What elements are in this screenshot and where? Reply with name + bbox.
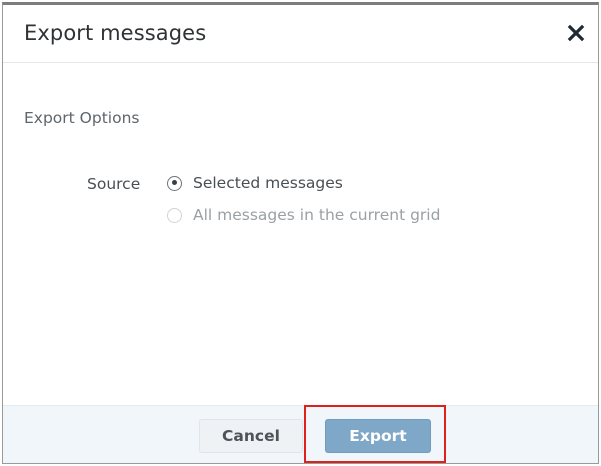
radio-label: Selected messages	[193, 174, 343, 192]
dialog-footer: Cancel Export	[3, 405, 598, 463]
radio-button-disabled[interactable]	[167, 207, 182, 223]
dialog-title: Export messages	[24, 21, 207, 45]
source-label: Source	[87, 175, 141, 193]
radio-all-messages[interactable]: All messages in the current grid	[167, 206, 440, 224]
dialog-header: Export messages	[3, 5, 598, 63]
cancel-button[interactable]: Cancel	[199, 419, 303, 453]
close-icon[interactable]	[566, 23, 586, 43]
export-button[interactable]: Export	[325, 419, 431, 453]
radio-selected-messages[interactable]: Selected messages	[167, 174, 343, 192]
radio-label: All messages in the current grid	[193, 206, 441, 224]
radio-button-checked[interactable]	[167, 175, 182, 191]
export-messages-dialog: Export messages Export Options Source Se…	[2, 2, 599, 464]
export-options-heading: Export Options	[24, 109, 140, 127]
